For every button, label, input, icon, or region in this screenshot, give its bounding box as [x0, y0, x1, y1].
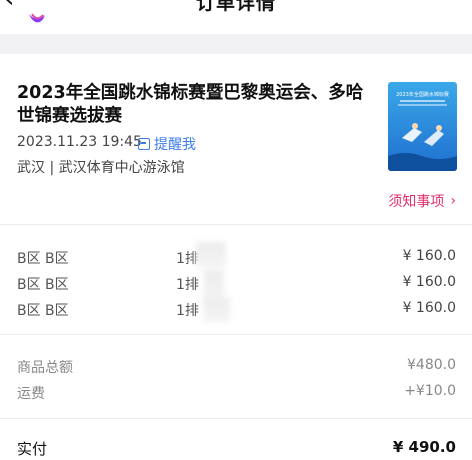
ticket-row: B区 B区 1排 ¥ 160.0 [0, 270, 472, 306]
redacted-seat [196, 242, 226, 268]
event-venue: 武汉 | 武汉体育中心游泳馆 [17, 160, 185, 176]
ticket-row: B区 B区 1排 ¥ 160.0 [0, 242, 472, 268]
subtotal-label: 商品总额 [17, 360, 73, 376]
chevron-right-icon: › [450, 193, 456, 209]
remind-me-label: 提醒我 [154, 137, 196, 153]
divider [0, 334, 472, 335]
shipping-value: +¥10.0 [404, 383, 456, 399]
notice-label: 须知事项 [388, 194, 445, 210]
event-title: 2023年全国跳水锦标赛暨巴黎奥运会、多哈世锦赛选拔赛 [17, 83, 364, 126]
ticket-area: B区 B区 [17, 251, 69, 267]
ticket-row-number: 1排 [176, 303, 199, 319]
paid-value: ¥ 490.0 [392, 438, 456, 456]
calendar-icon [138, 138, 150, 150]
divider [0, 224, 472, 225]
ticket-price: ¥ 160.0 [402, 300, 456, 316]
ticket-area: B区 B区 [17, 303, 69, 319]
ticket-price: ¥ 160.0 [402, 274, 456, 290]
subtotal-value: ¥480.0 [407, 357, 456, 373]
ticket-row: B区 B区 1排 ¥ 160.0 [0, 298, 472, 322]
chevron-left-icon[interactable]: ‹ [4, 0, 14, 12]
app-logo-icon [29, 13, 45, 23]
notice-link[interactable]: 须知事项 › [388, 191, 456, 211]
divider [0, 418, 472, 419]
top-nav-bar: ‹ 订单详情 [0, 0, 472, 34]
page-title: 订单详情 [196, 0, 277, 14]
order-detail-card: 2023年全国跳水锦标赛暨巴黎奥运会、多哈世锦赛选拔赛 2023.11.23 1… [0, 54, 472, 460]
event-poster[interactable]: 2023年全国跳水锦标赛 [388, 82, 457, 171]
event-datetime: 2023.11.23 19:45 [17, 134, 142, 150]
ticket-area: B区 B区 [17, 277, 69, 293]
redacted-seat [204, 298, 230, 322]
paid-label: 实付 [17, 440, 48, 458]
ticket-row-number: 1排 [176, 277, 199, 293]
ticket-price: ¥ 160.0 [402, 248, 456, 264]
remind-me-button[interactable]: 提醒我 [138, 134, 196, 154]
poster-title: 2023年全国跳水锦标赛 [396, 91, 449, 98]
shipping-label: 运费 [17, 386, 45, 402]
